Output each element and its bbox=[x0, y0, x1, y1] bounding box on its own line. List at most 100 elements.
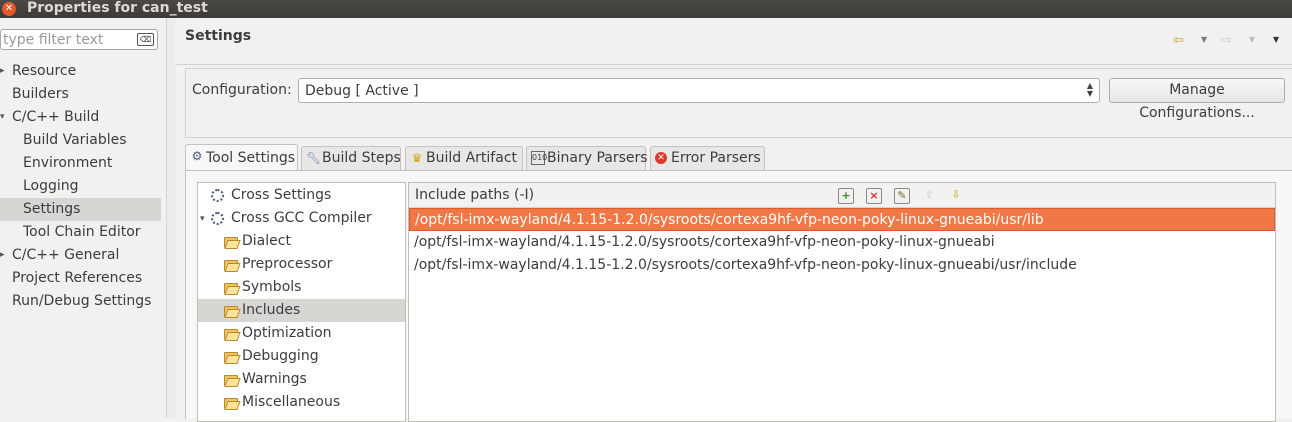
tab-error-parsers[interactable]: ✕ Error Parsers bbox=[650, 146, 765, 170]
folder-open-icon bbox=[223, 258, 238, 271]
collapse-arrow-icon[interactable]: ▾ bbox=[200, 208, 205, 230]
tree-item-label: C/C++ Build bbox=[12, 109, 100, 125]
tree-item-resource[interactable]: ▸ Resource bbox=[0, 60, 161, 83]
tree-item-run-debug-settings[interactable]: Run/Debug Settings bbox=[0, 290, 161, 313]
settings-page: Settings ⇦ ▼ ⇨ ▼ ▼ Configuration: Debug … bbox=[175, 18, 1292, 422]
tree-item-label: Symbols bbox=[242, 279, 302, 295]
collapse-arrow-icon[interactable]: ▾ bbox=[0, 106, 5, 128]
folder-open-icon bbox=[223, 373, 238, 386]
back-arrow-icon[interactable]: ⇦ bbox=[1173, 33, 1184, 48]
move-down-icon[interactable]: ⇩ bbox=[949, 188, 963, 202]
filter-input[interactable] bbox=[1, 30, 139, 49]
trophy-icon: ♛ bbox=[411, 151, 423, 165]
tab-label: Error Parsers bbox=[671, 150, 761, 166]
folder-open-icon bbox=[223, 235, 238, 248]
forward-dropdown-icon[interactable]: ▼ bbox=[1249, 35, 1255, 44]
forward-arrow-icon[interactable]: ⇨ bbox=[1221, 33, 1232, 48]
tree-item-builders[interactable]: Builders bbox=[0, 83, 161, 106]
close-icon[interactable]: ✕ bbox=[2, 2, 16, 16]
page-title: Settings bbox=[185, 28, 252, 44]
tree-item-label: Warnings bbox=[242, 371, 307, 387]
page-header: Settings ⇦ ▼ ⇨ ▼ ▼ bbox=[175, 18, 1292, 65]
expand-arrow-icon[interactable]: ▸ bbox=[0, 244, 5, 266]
tree-item-includes[interactable]: Includes bbox=[198, 299, 405, 322]
tree-item-preprocessor[interactable]: Preprocessor bbox=[198, 253, 405, 276]
tree-item-label: Preprocessor bbox=[242, 256, 333, 272]
tree-item-cpp-general[interactable]: ▸ C/C++ General bbox=[0, 244, 161, 267]
folder-open-icon bbox=[223, 304, 238, 317]
tree-item-dialect[interactable]: Dialect bbox=[198, 230, 405, 253]
folder-open-icon bbox=[223, 281, 238, 294]
tree-item-label: Run/Debug Settings bbox=[12, 293, 152, 309]
left-pane: ⌫ ▸ Resource Builders ▾ C/C++ Build Buil… bbox=[0, 18, 166, 418]
tree-item-label: Resource bbox=[12, 63, 77, 79]
expand-arrow-icon[interactable]: ▸ bbox=[0, 60, 5, 82]
filter-field[interactable]: ⌫ bbox=[0, 29, 158, 50]
tree-item-label: C/C++ General bbox=[12, 247, 120, 263]
tab-label: Build Artifact bbox=[426, 150, 517, 166]
folder-open-icon bbox=[223, 350, 238, 363]
tree-item-label: Environment bbox=[23, 155, 113, 171]
tree-item-label: Project References bbox=[12, 270, 143, 286]
configuration-label: Configuration: bbox=[192, 82, 292, 98]
folder-open-icon bbox=[223, 396, 238, 409]
tree-item-settings[interactable]: Settings bbox=[0, 198, 161, 221]
include-paths-header: Include paths (-I) + × ✎ ⇧ ⇩ bbox=[409, 183, 1275, 208]
clear-filter-icon[interactable]: ⌫ bbox=[137, 33, 154, 46]
tab-build-steps[interactable]: 🔧︎ Build Steps bbox=[301, 146, 401, 170]
configuration-group: Configuration: Debug [ Active ] ▲ ▼ Manag… bbox=[185, 68, 1292, 138]
wrench-icon: 🔧︎ bbox=[306, 151, 322, 165]
tab-tool-settings[interactable]: ⚙ Tool Settings bbox=[185, 144, 298, 171]
tree-item-label: Dialect bbox=[242, 233, 291, 249]
tree-item-environment[interactable]: Environment bbox=[0, 152, 161, 175]
back-dropdown-icon[interactable]: ▼ bbox=[1201, 35, 1207, 44]
configuration-select[interactable]: Debug [ Active ] ▲ ▼ bbox=[298, 78, 1100, 103]
tree-item-cross-gcc-compiler[interactable]: ▾ Cross GCC Compiler bbox=[198, 207, 405, 230]
tree-item-optimization[interactable]: Optimization bbox=[198, 322, 405, 345]
tree-item-label: Miscellaneous bbox=[242, 394, 341, 410]
gear-icon bbox=[211, 212, 224, 225]
binary-icon: 010 bbox=[531, 151, 547, 165]
configuration-value: Debug [ Active ] bbox=[305, 83, 419, 99]
error-icon: ✕ bbox=[655, 152, 667, 164]
tab-label: Binary Parsers bbox=[547, 150, 648, 166]
view-menu-icon[interactable]: ▼ bbox=[1273, 35, 1279, 44]
tree-item-label: Build Variables bbox=[23, 132, 127, 148]
tab-label: Tool Settings bbox=[206, 150, 296, 166]
tree-item-label: Optimization bbox=[242, 325, 332, 341]
tree-item-label: Cross GCC Compiler bbox=[231, 210, 372, 226]
tree-item-tool-chain-editor[interactable]: Tool Chain Editor bbox=[0, 221, 161, 244]
tool-settings-panel: Cross Settings ▾ Cross GCC Compiler Dial… bbox=[185, 170, 1292, 422]
tree-item-project-references[interactable]: Project References bbox=[0, 267, 161, 290]
add-icon[interactable]: + bbox=[838, 188, 854, 204]
include-path-row[interactable]: /opt/fsl-imx-wayland/4.1.15-1.2.0/sysroo… bbox=[409, 231, 1275, 254]
gear-icon: ⚙ bbox=[191, 149, 203, 163]
spinner-icon: ▲ ▼ bbox=[1086, 81, 1093, 98]
manage-configurations-button[interactable]: Manage Configurations... bbox=[1109, 78, 1285, 121]
move-up-icon[interactable]: ⇧ bbox=[922, 188, 936, 202]
tree-item-label: Builders bbox=[12, 86, 69, 102]
include-paths-title: Include paths (-I) bbox=[415, 187, 535, 203]
include-path-row[interactable]: /opt/fsl-imx-wayland/4.1.15-1.2.0/sysroo… bbox=[409, 254, 1275, 277]
tree-item-debugging[interactable]: Debugging bbox=[198, 345, 405, 368]
include-path-row[interactable]: /opt/fsl-imx-wayland/4.1.15-1.2.0/sysroo… bbox=[409, 208, 1275, 231]
tree-item-label: Includes bbox=[242, 302, 301, 318]
tab-label: Build Steps bbox=[322, 150, 401, 166]
tab-binary-parsers[interactable]: 010 Binary Parsers bbox=[526, 146, 648, 170]
gear-icon bbox=[211, 189, 224, 202]
window-title: Properties for can_test bbox=[27, 0, 208, 16]
delete-icon[interactable]: × bbox=[866, 188, 882, 204]
tree-item-label: Settings bbox=[23, 201, 81, 217]
tree-item-warnings[interactable]: Warnings bbox=[198, 368, 405, 391]
tree-item-symbols[interactable]: Symbols bbox=[198, 276, 405, 299]
tree-item-label: Logging bbox=[23, 178, 79, 194]
tree-item-miscellaneous[interactable]: Miscellaneous bbox=[198, 391, 405, 414]
tree-item-cross-settings[interactable]: Cross Settings bbox=[198, 184, 405, 207]
tree-item-cpp-build[interactable]: ▾ C/C++ Build bbox=[0, 106, 161, 129]
tree-item-build-variables[interactable]: Build Variables bbox=[0, 129, 161, 152]
tab-build-artifact[interactable]: ♛ Build Artifact bbox=[405, 146, 523, 170]
tree-item-logging[interactable]: Logging bbox=[0, 175, 161, 198]
edit-icon[interactable]: ✎ bbox=[894, 188, 910, 204]
folder-open-icon bbox=[223, 327, 238, 340]
tree-item-label: Cross Settings bbox=[231, 187, 332, 203]
